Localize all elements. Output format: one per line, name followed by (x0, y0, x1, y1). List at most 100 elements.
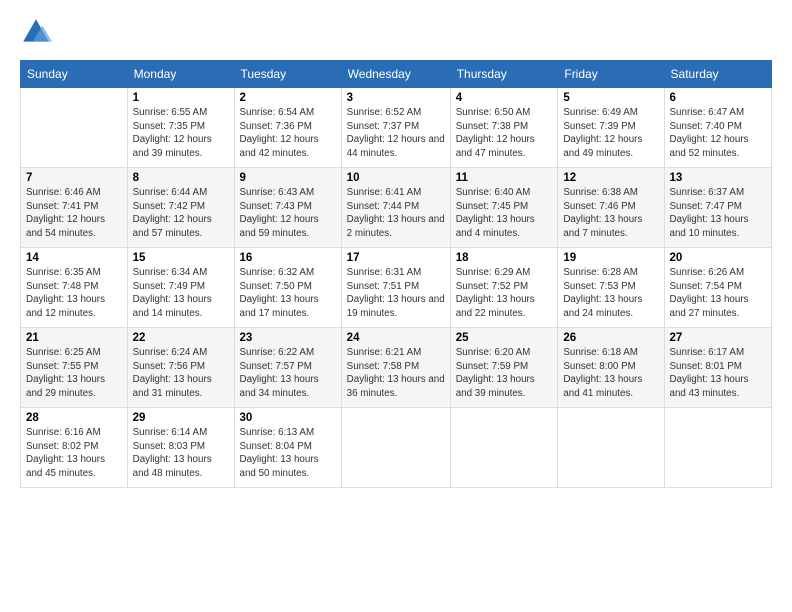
sunset-text: Sunset: 8:04 PM (240, 441, 312, 452)
sunset-text: Sunset: 8:01 PM (670, 361, 742, 372)
calendar-cell: 5 Sunrise: 6:49 AM Sunset: 7:39 PM Dayli… (558, 88, 664, 168)
day-info: Sunrise: 6:44 AM Sunset: 7:42 PM Dayligh… (133, 186, 229, 241)
sunset-text: Sunset: 7:35 PM (133, 121, 205, 132)
day-info: Sunrise: 6:46 AM Sunset: 7:41 PM Dayligh… (26, 186, 122, 241)
sunset-text: Sunset: 7:58 PM (347, 361, 419, 372)
day-info: Sunrise: 6:25 AM Sunset: 7:55 PM Dayligh… (26, 346, 122, 401)
page: Sunday Monday Tuesday Wednesday Thursday… (0, 0, 792, 612)
day-number: 27 (670, 332, 766, 344)
daylight-text: Daylight: 13 hours and 43 minutes. (670, 374, 749, 399)
calendar-cell: 28 Sunrise: 6:16 AM Sunset: 8:02 PM Dayl… (21, 408, 128, 488)
day-info: Sunrise: 6:20 AM Sunset: 7:59 PM Dayligh… (456, 346, 553, 401)
daylight-text: Daylight: 13 hours and 2 minutes. (347, 214, 445, 239)
calendar-cell: 29 Sunrise: 6:14 AM Sunset: 8:03 PM Dayl… (127, 408, 234, 488)
day-info: Sunrise: 6:22 AM Sunset: 7:57 PM Dayligh… (240, 346, 336, 401)
header-friday: Friday (558, 61, 664, 88)
day-number: 19 (563, 252, 658, 264)
sunset-text: Sunset: 8:02 PM (26, 441, 98, 452)
day-info: Sunrise: 6:55 AM Sunset: 7:35 PM Dayligh… (133, 106, 229, 161)
day-number: 6 (670, 92, 766, 104)
weekday-header-row: Sunday Monday Tuesday Wednesday Thursday… (21, 61, 772, 88)
day-info: Sunrise: 6:21 AM Sunset: 7:58 PM Dayligh… (347, 346, 445, 401)
day-number: 18 (456, 252, 553, 264)
header-saturday: Saturday (664, 61, 771, 88)
daylight-text: Daylight: 13 hours and 10 minutes. (670, 214, 749, 239)
daylight-text: Daylight: 13 hours and 7 minutes. (563, 214, 642, 239)
header-monday: Monday (127, 61, 234, 88)
day-info: Sunrise: 6:47 AM Sunset: 7:40 PM Dayligh… (670, 106, 766, 161)
sunrise-text: Sunrise: 6:54 AM (240, 107, 315, 118)
header-thursday: Thursday (450, 61, 558, 88)
day-info: Sunrise: 6:49 AM Sunset: 7:39 PM Dayligh… (563, 106, 658, 161)
day-number: 22 (133, 332, 229, 344)
daylight-text: Daylight: 12 hours and 52 minutes. (670, 134, 749, 159)
sunset-text: Sunset: 7:44 PM (347, 201, 419, 212)
sunset-text: Sunset: 7:37 PM (347, 121, 419, 132)
calendar-cell: 10 Sunrise: 6:41 AM Sunset: 7:44 PM Dayl… (341, 168, 450, 248)
day-info: Sunrise: 6:50 AM Sunset: 7:38 PM Dayligh… (456, 106, 553, 161)
calendar-cell: 7 Sunrise: 6:46 AM Sunset: 7:41 PM Dayli… (21, 168, 128, 248)
sunrise-text: Sunrise: 6:44 AM (133, 187, 208, 198)
daylight-text: Daylight: 12 hours and 42 minutes. (240, 134, 319, 159)
calendar-cell: 11 Sunrise: 6:40 AM Sunset: 7:45 PM Dayl… (450, 168, 558, 248)
sunrise-text: Sunrise: 6:34 AM (133, 267, 208, 278)
sunset-text: Sunset: 7:48 PM (26, 281, 98, 292)
day-number: 5 (563, 92, 658, 104)
sunset-text: Sunset: 7:38 PM (456, 121, 528, 132)
day-number: 8 (133, 172, 229, 184)
day-number: 11 (456, 172, 553, 184)
day-number: 24 (347, 332, 445, 344)
sunrise-text: Sunrise: 6:29 AM (456, 267, 531, 278)
day-info: Sunrise: 6:38 AM Sunset: 7:46 PM Dayligh… (563, 186, 658, 241)
header (20, 16, 772, 48)
day-info: Sunrise: 6:52 AM Sunset: 7:37 PM Dayligh… (347, 106, 445, 161)
logo (20, 16, 56, 48)
day-number: 13 (670, 172, 766, 184)
sunset-text: Sunset: 7:53 PM (563, 281, 635, 292)
day-number: 26 (563, 332, 658, 344)
sunrise-text: Sunrise: 6:31 AM (347, 267, 422, 278)
daylight-text: Daylight: 13 hours and 27 minutes. (670, 294, 749, 319)
sunset-text: Sunset: 7:39 PM (563, 121, 635, 132)
daylight-text: Daylight: 13 hours and 17 minutes. (240, 294, 319, 319)
daylight-text: Daylight: 13 hours and 39 minutes. (456, 374, 535, 399)
day-info: Sunrise: 6:37 AM Sunset: 7:47 PM Dayligh… (670, 186, 766, 241)
day-number: 16 (240, 252, 336, 264)
calendar-cell (450, 408, 558, 488)
sunrise-text: Sunrise: 6:50 AM (456, 107, 531, 118)
daylight-text: Daylight: 13 hours and 4 minutes. (456, 214, 535, 239)
sunrise-text: Sunrise: 6:24 AM (133, 347, 208, 358)
daylight-text: Daylight: 12 hours and 44 minutes. (347, 134, 445, 159)
calendar-cell (558, 408, 664, 488)
sunrise-text: Sunrise: 6:32 AM (240, 267, 315, 278)
day-info: Sunrise: 6:34 AM Sunset: 7:49 PM Dayligh… (133, 266, 229, 321)
sunset-text: Sunset: 7:45 PM (456, 201, 528, 212)
sunset-text: Sunset: 7:55 PM (26, 361, 98, 372)
calendar-cell: 17 Sunrise: 6:31 AM Sunset: 7:51 PM Dayl… (341, 248, 450, 328)
header-sunday: Sunday (21, 61, 128, 88)
sunset-text: Sunset: 7:46 PM (563, 201, 635, 212)
day-info: Sunrise: 6:24 AM Sunset: 7:56 PM Dayligh… (133, 346, 229, 401)
calendar-cell: 4 Sunrise: 6:50 AM Sunset: 7:38 PM Dayli… (450, 88, 558, 168)
day-number: 29 (133, 412, 229, 424)
calendar-cell (21, 88, 128, 168)
calendar-cell: 9 Sunrise: 6:43 AM Sunset: 7:43 PM Dayli… (234, 168, 341, 248)
sunrise-text: Sunrise: 6:52 AM (347, 107, 422, 118)
sunset-text: Sunset: 7:40 PM (670, 121, 742, 132)
calendar-cell: 2 Sunrise: 6:54 AM Sunset: 7:36 PM Dayli… (234, 88, 341, 168)
calendar-cell: 15 Sunrise: 6:34 AM Sunset: 7:49 PM Dayl… (127, 248, 234, 328)
sunset-text: Sunset: 7:42 PM (133, 201, 205, 212)
calendar-cell: 27 Sunrise: 6:17 AM Sunset: 8:01 PM Dayl… (664, 328, 771, 408)
daylight-text: Daylight: 13 hours and 12 minutes. (26, 294, 105, 319)
header-wednesday: Wednesday (341, 61, 450, 88)
day-info: Sunrise: 6:28 AM Sunset: 7:53 PM Dayligh… (563, 266, 658, 321)
calendar-cell: 23 Sunrise: 6:22 AM Sunset: 7:57 PM Dayl… (234, 328, 341, 408)
calendar-week-row: 28 Sunrise: 6:16 AM Sunset: 8:02 PM Dayl… (21, 408, 772, 488)
calendar-cell: 20 Sunrise: 6:26 AM Sunset: 7:54 PM Dayl… (664, 248, 771, 328)
calendar-cell: 18 Sunrise: 6:29 AM Sunset: 7:52 PM Dayl… (450, 248, 558, 328)
calendar-week-row: 14 Sunrise: 6:35 AM Sunset: 7:48 PM Dayl… (21, 248, 772, 328)
sunrise-text: Sunrise: 6:16 AM (26, 427, 101, 438)
daylight-text: Daylight: 13 hours and 48 minutes. (133, 454, 212, 479)
day-number: 12 (563, 172, 658, 184)
day-info: Sunrise: 6:41 AM Sunset: 7:44 PM Dayligh… (347, 186, 445, 241)
